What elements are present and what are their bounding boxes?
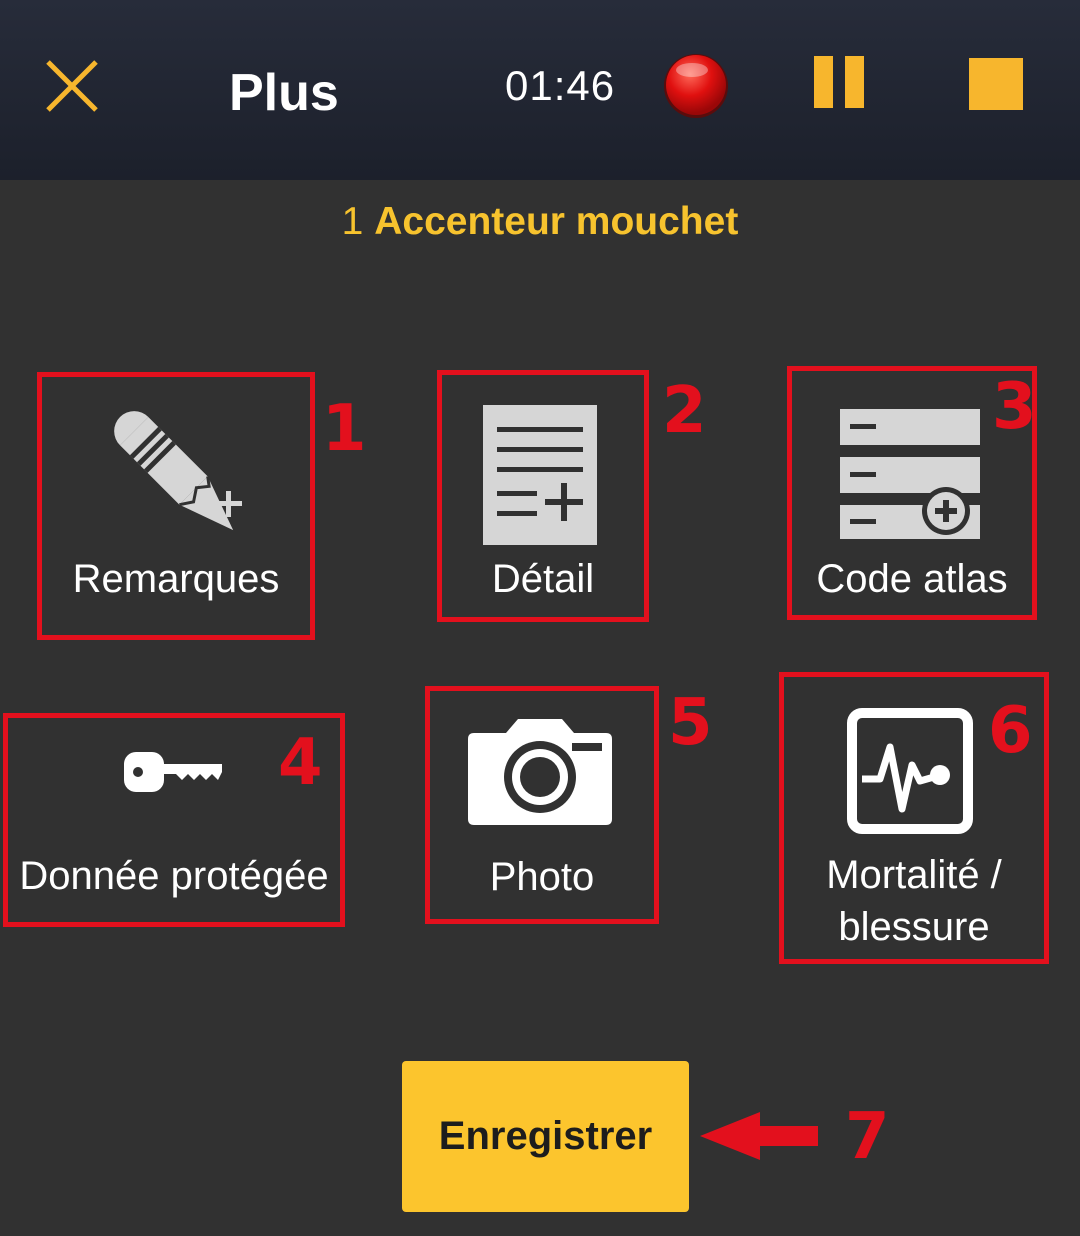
detail-tile[interactable]: Détail	[440, 373, 646, 619]
record-button[interactable]	[662, 52, 730, 120]
pencil-plus-icon	[114, 411, 242, 531]
annotation-number-7: 7	[845, 1100, 890, 1174]
pulse-monitor-icon	[847, 708, 973, 834]
pause-button[interactable]	[814, 56, 866, 108]
document-plus-icon	[483, 405, 597, 545]
photo-tile[interactable]: Photo	[428, 689, 656, 921]
mortality-label-line2: blessure	[838, 905, 990, 949]
page-title: Plus	[229, 64, 339, 122]
recording-timer: 01:46	[505, 62, 616, 109]
photo-label: Photo	[489, 855, 595, 899]
save-button-label: Enregistrer	[438, 1114, 653, 1158]
top-bar: Plus 01:46	[0, 0, 1080, 180]
annotation-number-1: 1	[322, 392, 367, 466]
annotation-number-5: 5	[668, 686, 713, 760]
close-icon	[46, 60, 98, 112]
stop-button[interactable]	[969, 58, 1023, 110]
species-count: 1	[341, 200, 364, 243]
mortality-label-line1: Mortalité /	[826, 853, 1002, 897]
annotation-number-6: 6	[988, 694, 1033, 768]
save-button[interactable]: Enregistrer	[402, 1061, 689, 1212]
stack-plus-icon	[840, 409, 980, 539]
camera-icon	[468, 719, 612, 825]
close-button[interactable]	[42, 56, 102, 116]
record-icon	[664, 54, 728, 118]
key-icon	[124, 752, 222, 792]
remarks-tile[interactable]: Remarques	[40, 375, 312, 637]
annotation-number-4: 4	[278, 726, 323, 800]
atlas-code-label: Code atlas	[816, 557, 1008, 601]
protected-data-label: Donnée protégée	[19, 854, 329, 898]
annotation-number-3: 3	[992, 370, 1037, 444]
species-header: 1 Accenteur mouchet	[0, 196, 1080, 248]
left-arrow-icon	[700, 1112, 818, 1160]
detail-label: Détail	[491, 557, 595, 601]
remarks-label: Remarques	[72, 557, 280, 601]
annotation-number-2: 2	[662, 374, 707, 448]
species-name: Accenteur mouchet	[374, 200, 739, 243]
